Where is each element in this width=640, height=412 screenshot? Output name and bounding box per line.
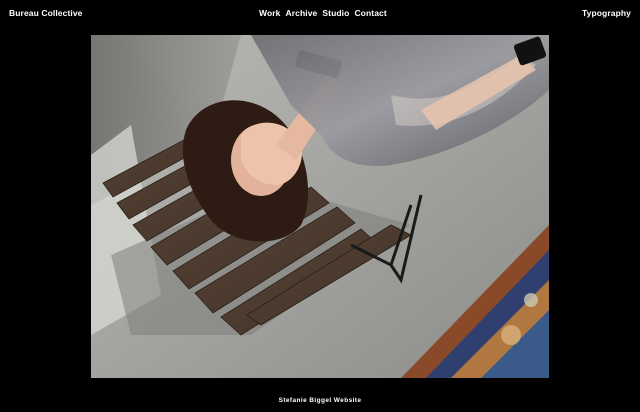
project-caption: Stefanie Biggel Website bbox=[278, 397, 362, 404]
hero-photo-illustration bbox=[91, 35, 549, 378]
nav-link-studio[interactable]: Studio bbox=[322, 8, 349, 18]
nav-link-contact[interactable]: Contact bbox=[354, 8, 386, 18]
top-navigation-bar: Bureau Collective Work Archive Studio Co… bbox=[0, 6, 640, 20]
nav-link-archive[interactable]: Archive bbox=[286, 8, 318, 18]
typography-link[interactable]: Typography bbox=[582, 8, 631, 18]
brand-logo-link[interactable]: Bureau Collective bbox=[9, 8, 83, 18]
page: Bureau Collective Work Archive Studio Co… bbox=[0, 0, 640, 412]
hero-image[interactable] bbox=[91, 35, 549, 378]
nav-link-work[interactable]: Work bbox=[259, 8, 281, 18]
main-nav: Work Archive Studio Contact bbox=[259, 8, 387, 18]
